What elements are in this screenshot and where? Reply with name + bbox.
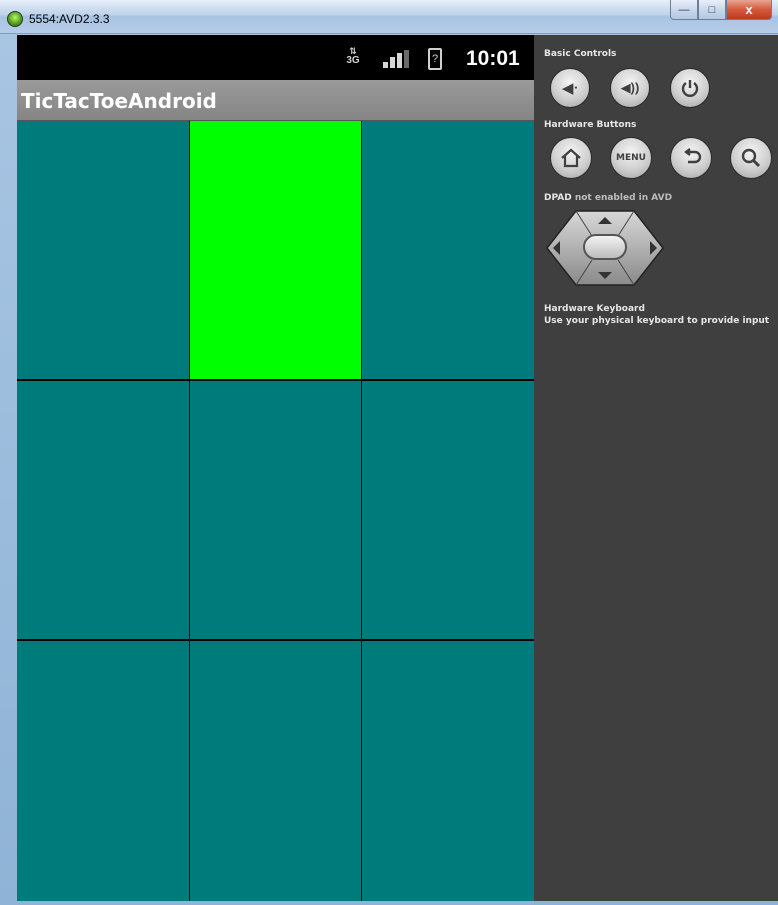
volume-up-icon: ◀)) <box>620 80 640 95</box>
emulator-controls-panel: Basic Controls ◀ᐧ ◀)) Hardware Buttons M… <box>534 35 778 901</box>
battery-icon: ? <box>428 48 442 70</box>
basic-controls-label: Basic Controls <box>544 49 617 59</box>
app-title-bar: TicTacToeAndroid <box>17 80 534 121</box>
volume-down-icon: ◀ᐧ <box>561 80 579 97</box>
hardware-keyboard-hint: Use your physical keyboard to provide in… <box>544 316 770 326</box>
board-cell-6[interactable] <box>362 381 534 639</box>
board-cell-8[interactable] <box>190 641 361 901</box>
hardware-keyboard-info: Hardware Keyboard Use your physical keyb… <box>544 303 769 327</box>
power-button[interactable] <box>670 68 710 108</box>
emulator-window: 5554:AVD2.3.3 — □ x ⇅ 3G ? 10:01 TicTacT… <box>0 0 778 905</box>
window-title: 5554:AVD2.3.3 <box>29 12 110 26</box>
volume-up-button[interactable]: ◀)) <box>610 68 650 108</box>
search-icon <box>741 148 761 168</box>
volume-down-button[interactable]: ◀ᐧ <box>550 68 590 108</box>
emulator-body: ⇅ 3G ? 10:01 TicTacToeAndroid Basic Cont… <box>17 35 778 901</box>
close-button[interactable]: x <box>726 0 772 20</box>
dpad-label: DPAD not enabled in AVD <box>544 193 673 203</box>
app-title: TicTacToeAndroid <box>21 89 217 113</box>
board-cell-4[interactable] <box>17 381 189 639</box>
status-time: 10:01 <box>466 47 520 70</box>
board-cell-7[interactable] <box>17 641 189 901</box>
board-cell-9[interactable] <box>362 641 534 901</box>
board-cell-1[interactable] <box>17 121 189 379</box>
back-icon <box>684 148 702 164</box>
tic-tac-toe-board <box>17 121 534 901</box>
maximize-button[interactable]: □ <box>698 0 726 20</box>
dpad-control[interactable] <box>546 210 664 286</box>
minimize-button[interactable]: — <box>670 0 698 20</box>
board-cell-2[interactable] <box>190 121 361 379</box>
board-cell-3[interactable] <box>362 121 534 379</box>
status-bar: ⇅ 3G ? 10:01 <box>17 35 534 80</box>
power-icon <box>681 80 699 97</box>
android-emulator-icon <box>7 11 23 27</box>
device-screen: ⇅ 3G ? 10:01 TicTacToeAndroid <box>17 35 534 901</box>
search-button[interactable] <box>730 137 772 179</box>
window-titlebar[interactable]: 5554:AVD2.3.3 — □ x <box>0 0 778 34</box>
menu-button[interactable]: MENU <box>610 137 652 179</box>
network-3g-icon: ⇅ 3G <box>346 46 360 66</box>
back-button[interactable] <box>670 137 712 179</box>
dpad-center-button[interactable] <box>583 234 627 260</box>
hardware-keyboard-title: Hardware Keyboard <box>544 304 645 314</box>
home-icon <box>561 148 581 168</box>
signal-strength-icon <box>383 50 409 68</box>
hardware-buttons-label: Hardware Buttons <box>544 120 637 130</box>
home-button[interactable] <box>550 137 592 179</box>
window-controls: — □ x <box>670 0 772 22</box>
menu-button-label: MENU <box>616 153 646 163</box>
board-cell-5[interactable] <box>190 381 361 639</box>
